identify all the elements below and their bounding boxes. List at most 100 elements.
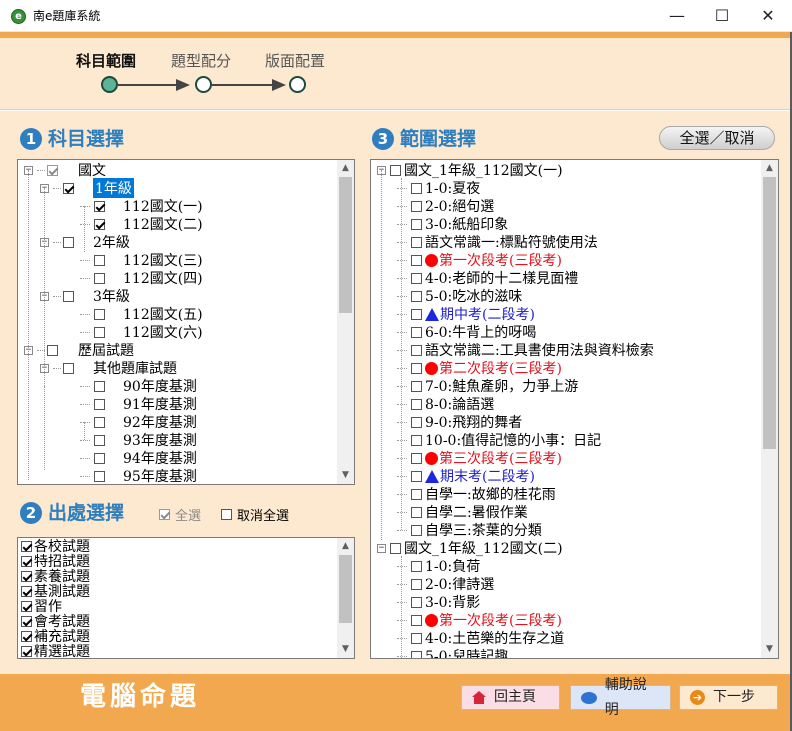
range-lesson-node[interactable]: 4-0:土芭樂的生存之道 <box>397 629 564 647</box>
node-checkbox[interactable] <box>411 506 422 518</box>
node-checkbox[interactable] <box>411 290 422 302</box>
node-checkbox[interactable] <box>94 200 105 212</box>
node-checkbox[interactable] <box>411 632 422 644</box>
range-tree-scrollbar[interactable]: ▲ ▼ <box>761 160 778 658</box>
source-deselect-all-checkbox[interactable]: 取消全選 <box>221 505 289 524</box>
node-checkbox[interactable] <box>94 470 105 482</box>
source-checkbox[interactable] <box>21 555 32 567</box>
node-checkbox[interactable] <box>63 236 74 248</box>
minimize-button[interactable]: — <box>654 0 700 32</box>
range-group-node[interactable]: − 國文_1年級_112國文(二) <box>377 539 563 557</box>
range-lesson-node[interactable]: 5-0:吃冰的滋味 <box>397 287 522 305</box>
node-checkbox[interactable] <box>411 524 422 536</box>
node-checkbox[interactable] <box>63 290 74 302</box>
range-lesson-node[interactable]: 8-0:論語選 <box>397 395 494 413</box>
source-checkbox[interactable] <box>21 570 32 582</box>
source-checkbox[interactable] <box>21 540 32 552</box>
node-checkbox[interactable] <box>411 326 422 338</box>
subject-tree-node[interactable]: 95年度基測 <box>80 467 197 484</box>
subject-tree-node[interactable]: − 歷屆試題 <box>24 341 134 359</box>
help-button[interactable]: 輔助說明 <box>570 677 671 718</box>
subject-tree-node[interactable]: 91年度基測 <box>80 395 197 413</box>
node-checkbox[interactable] <box>411 488 422 500</box>
node-checkbox[interactable] <box>47 164 58 176</box>
subject-tree-scrollbar[interactable]: ▲ ▼ <box>337 160 354 484</box>
range-lesson-node[interactable]: 9-0:飛翔的舞者 <box>397 413 522 431</box>
subject-tree-node[interactable]: − 國文 <box>24 161 106 179</box>
scroll-thumb[interactable] <box>339 555 352 623</box>
source-checkbox[interactable] <box>21 645 32 657</box>
subject-tree-node[interactable]: 93年度基測 <box>80 431 197 449</box>
range-lesson-node[interactable]: 3-0:背影 <box>397 593 480 611</box>
node-checkbox[interactable] <box>63 182 74 194</box>
node-checkbox[interactable] <box>94 218 105 230</box>
range-lesson-node[interactable]: 3-0:紙船印象 <box>397 215 508 233</box>
range-lesson-node[interactable]: 5-0:兒時記趣 <box>397 647 508 658</box>
node-checkbox[interactable] <box>411 272 422 284</box>
range-lesson-node[interactable]: 自學一:故鄉的桂花雨 <box>397 485 556 503</box>
range-lesson-node[interactable]: 2-0:絕句選 <box>397 197 494 215</box>
next-step-button[interactable]: ➔ 下一步 <box>679 685 778 710</box>
node-checkbox[interactable] <box>411 344 422 356</box>
home-button[interactable]: 回主頁 <box>461 685 560 710</box>
range-lesson-node[interactable]: 1-0:負荷 <box>397 557 480 575</box>
node-checkbox[interactable] <box>94 272 105 284</box>
range-lesson-node[interactable]: 第三次段考(三段考) <box>397 449 562 467</box>
scroll-up-arrow-icon[interactable]: ▲ <box>337 160 354 177</box>
source-select-all-checkbox[interactable]: 全選 <box>159 505 201 524</box>
scroll-up-arrow-icon[interactable]: ▲ <box>337 538 354 555</box>
subject-tree[interactable]: − 國文 −1年級 112國文(一) 112國文(二) −2年級 112國文(三) 112國文… <box>17 159 355 485</box>
subject-tree-node[interactable]: 112國文(六) <box>80 323 203 341</box>
subject-tree-node[interactable]: 90年度基測 <box>80 377 197 395</box>
node-checkbox[interactable] <box>411 434 422 446</box>
step-label-layout[interactable]: 版面配置 <box>265 52 325 70</box>
node-checkbox[interactable] <box>411 578 422 590</box>
node-checkbox[interactable] <box>411 596 422 608</box>
range-lesson-node[interactable]: 10-0:值得記憶的小事：日記 <box>397 431 601 449</box>
source-item[interactable]: 精選試題 <box>21 644 90 658</box>
node-checkbox[interactable] <box>94 452 105 464</box>
node-checkbox[interactable] <box>411 236 422 248</box>
subject-tree-node[interactable]: −3年級 <box>40 287 130 305</box>
subject-tree-node[interactable]: 112國文(一) <box>80 197 203 215</box>
node-checkbox[interactable] <box>47 344 58 356</box>
source-checkbox[interactable] <box>21 630 32 642</box>
node-checkbox[interactable] <box>411 254 422 266</box>
range-lesson-node[interactable]: 語文常識二:工具書使用法與資料檢索 <box>397 341 654 359</box>
range-lesson-node[interactable]: 7-0:鮭魚產卵，力爭上游 <box>397 377 578 395</box>
collapse-toggle-icon[interactable]: − <box>377 543 386 553</box>
node-checkbox[interactable] <box>94 254 105 266</box>
node-checkbox[interactable] <box>411 308 422 320</box>
range-lesson-node[interactable]: 期中考(二段考) <box>397 305 535 323</box>
range-lesson-node[interactable]: 4-0:老師的十二樣見面禮 <box>397 269 578 287</box>
source-checkbox[interactable] <box>21 585 32 597</box>
node-checkbox[interactable] <box>411 470 422 482</box>
node-checkbox[interactable] <box>94 380 105 392</box>
subject-tree-node[interactable]: 112國文(二) <box>80 215 203 233</box>
node-checkbox[interactable] <box>390 542 401 554</box>
source-list[interactable]: 各校試題 特招試題 素養試題 基測試題 習作 會考試題 補充試題 精選試題 ▲ ▼ <box>17 537 355 659</box>
step-label-question-types[interactable]: 題型配分 <box>171 52 231 70</box>
node-checkbox[interactable] <box>411 452 422 464</box>
subject-tree-node[interactable]: 112國文(四) <box>80 269 203 287</box>
scroll-down-arrow-icon[interactable]: ▼ <box>337 467 354 484</box>
node-checkbox[interactable] <box>411 200 422 212</box>
close-button[interactable]: ✕ <box>745 0 791 32</box>
node-checkbox[interactable] <box>411 560 422 572</box>
range-lesson-node[interactable]: 自學三:茶葉的分類 <box>397 521 542 539</box>
node-checkbox[interactable] <box>390 164 401 176</box>
source-checkbox[interactable] <box>21 600 32 612</box>
range-lesson-node[interactable]: 第一次段考(三段考) <box>397 611 562 629</box>
scroll-down-arrow-icon[interactable]: ▼ <box>337 641 354 658</box>
scroll-thumb[interactable] <box>339 177 352 313</box>
node-checkbox[interactable] <box>411 362 422 374</box>
range-toggle-all-button[interactable]: 全選／取消 <box>659 126 775 150</box>
subject-tree-node[interactable]: 94年度基測 <box>80 449 197 467</box>
node-checkbox[interactable] <box>411 650 422 658</box>
scroll-thumb[interactable] <box>763 177 776 449</box>
subject-tree-node[interactable]: 112國文(三) <box>80 251 203 269</box>
node-checkbox[interactable] <box>94 398 105 410</box>
range-lesson-node[interactable]: 語文常識一:標點符號使用法 <box>397 233 598 251</box>
source-list-scrollbar[interactable]: ▲ ▼ <box>337 538 354 658</box>
subject-tree-node[interactable]: − 其他題庫試題 <box>40 359 177 377</box>
